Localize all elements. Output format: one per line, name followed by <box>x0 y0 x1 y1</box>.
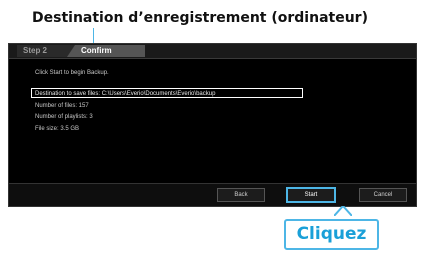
destination-annotation-label: Destination d’enregistrement (ordinateur… <box>32 10 368 26</box>
instruction-text: Click Start to begin Backup. <box>35 70 109 76</box>
playlist-count-text: Number of playlists: 3 <box>35 114 93 120</box>
step-tab-bar: Step 2 Confirm <box>9 44 416 59</box>
backup-confirm-dialog: Step 2 Confirm Click Start to begin Back… <box>8 43 417 207</box>
cancel-button[interactable]: Cancel <box>359 188 407 202</box>
file-size-text: File size: 3.5 GB <box>35 126 80 132</box>
tab-confirm: Confirm <box>67 45 145 57</box>
destination-path-text: Destination to save files: C:\Users\Ever… <box>35 91 216 97</box>
dialog-footer: Back Start Cancel <box>9 183 416 206</box>
file-count-text: Number of files: 157 <box>35 103 89 109</box>
start-button[interactable]: Start <box>287 188 335 202</box>
click-callout-pointer <box>334 206 352 216</box>
back-button[interactable]: Back <box>217 188 265 202</box>
tab-step-2: Step 2 <box>17 45 77 57</box>
click-here-callout: Cliquez <box>284 219 379 250</box>
